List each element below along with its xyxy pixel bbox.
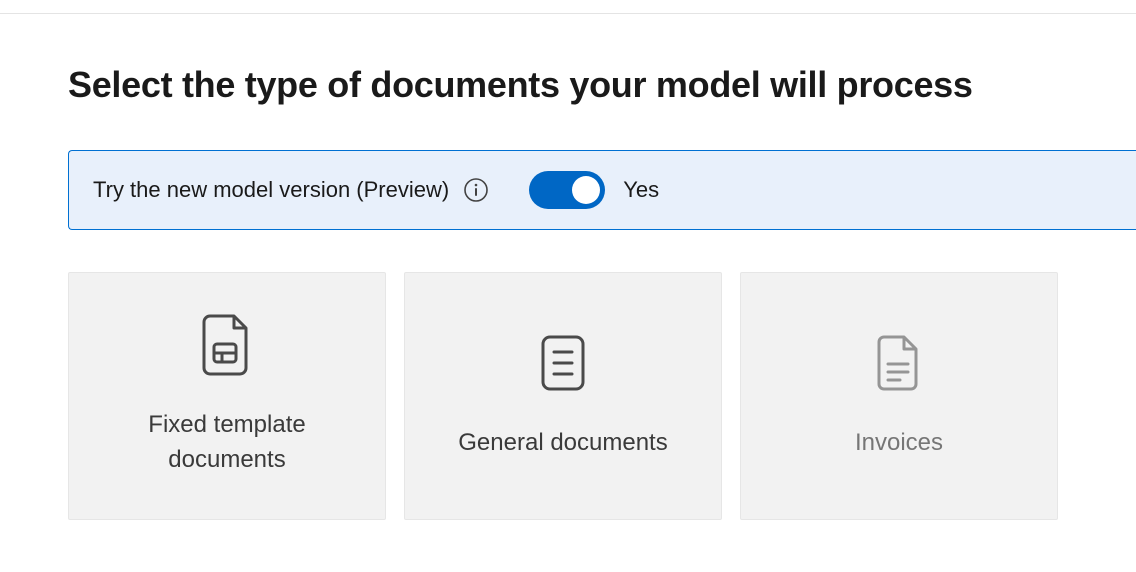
info-icon[interactable] xyxy=(463,177,489,203)
preview-banner: Try the new model version (Preview) Yes xyxy=(68,150,1136,230)
card-fixed-template-documents[interactable]: Fixed template documents xyxy=(68,272,386,520)
page-title: Select the type of documents your model … xyxy=(68,64,1136,106)
toggle-knob xyxy=(572,176,600,204)
top-divider xyxy=(0,0,1136,14)
general-doc-icon xyxy=(540,332,586,394)
document-type-cards: Fixed template documents General documen… xyxy=(68,272,1136,520)
preview-toggle-state: Yes xyxy=(623,177,659,203)
card-invoices[interactable]: Invoices xyxy=(740,272,1058,520)
preview-banner-label: Try the new model version (Preview) xyxy=(93,177,449,203)
invoice-doc-icon xyxy=(876,332,922,394)
fixed-template-doc-icon xyxy=(202,314,252,376)
card-label: General documents xyxy=(458,426,667,461)
preview-toggle[interactable] xyxy=(529,171,605,209)
card-general-documents[interactable]: General documents xyxy=(404,272,722,520)
card-label: Invoices xyxy=(855,426,943,461)
card-label: Fixed template documents xyxy=(89,408,365,478)
